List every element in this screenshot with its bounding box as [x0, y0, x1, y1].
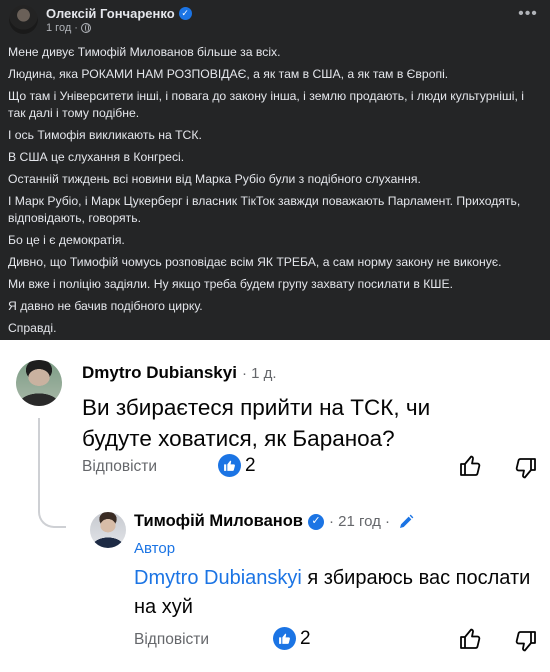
post-paragraph: Ми вже і поліцію задіяли. Ну якщо треба … [8, 277, 453, 291]
reaction-count: 2 [245, 454, 256, 476]
comments-section: Dmytro Dubianskyi · 1 д. Ви збираєтеся п… [0, 340, 550, 672]
comment-author-name[interactable]: Тимофій Милованов [134, 512, 303, 531]
comment-author: Dmytro Dubianskyi · 1 д. [82, 363, 277, 383]
mention-link[interactable]: Dmytro Dubianskyi [134, 567, 302, 589]
post-paragraph: Бо це і є демократія. [8, 233, 125, 247]
thumbs-down-icon[interactable] [514, 456, 538, 480]
post-paragraph: Людина, яка РОКАМИ НАМ РОЗПОВІДАЄ, а як … [8, 67, 449, 81]
reply-button[interactable]: Відповісти [82, 458, 157, 476]
post-paragraph: Останній тиждень всі новини від Марка Ру… [8, 172, 421, 186]
thumbs-down-icon[interactable] [514, 629, 538, 653]
globe-icon [80, 23, 91, 33]
comment-time[interactable]: · 1 д. [242, 365, 277, 382]
reply-button[interactable]: Відповісти [134, 631, 209, 649]
thumbs-up-icon[interactable] [458, 454, 482, 478]
comment-author-name[interactable]: Dmytro Dubianskyi [82, 363, 237, 383]
post-paragraph: Справді. [8, 321, 57, 335]
post-author-avatar[interactable] [9, 5, 38, 34]
comment-text: Dmytro Dubianskyi я збираюсь вас послати… [134, 564, 534, 622]
verified-badge-icon: ✓ [178, 7, 192, 20]
post-paragraph: Я давно не бачив подібного цирку. [8, 299, 203, 313]
like-reaction-icon [218, 454, 241, 477]
reply-thread-line [38, 418, 66, 528]
reaction-count: 2 [300, 627, 311, 649]
post-meta: 1 год · [46, 22, 91, 34]
comment-author: Тимофій Милованов ✓ · 21 год · [134, 512, 414, 531]
post-author[interactable]: Олексій Гончаренко ✓ [46, 6, 192, 21]
facebook-post: Олексій Гончаренко ✓ 1 год · ••• Мене ди… [0, 0, 550, 340]
commenter-avatar[interactable] [16, 360, 62, 406]
author-reply-avatar[interactable] [90, 512, 126, 548]
post-paragraph: Дивно, що Тимофій чомусь розповідає всім… [8, 255, 502, 269]
post-paragraph: І Марк Рубіо, і Марк Цукерберг і власник… [8, 194, 521, 225]
post-author-name[interactable]: Олексій Гончаренко [46, 6, 175, 21]
post-paragraph: Мене дивує Тимофій Милованов більше за в… [8, 45, 281, 59]
thumbs-up-icon[interactable] [458, 627, 482, 651]
post-paragraph: Що там і Університети інші, і повага до … [8, 89, 524, 120]
post-paragraph: В США це слухання в Конгресі. [8, 150, 185, 164]
comment-text: Ви збираєтеся прийти на ТСК, чи будуте х… [82, 395, 431, 451]
post-time[interactable]: 1 год [46, 22, 71, 34]
verified-badge-icon: ✓ [307, 513, 324, 530]
post-body: Мене дивує Тимофій Милованов більше за в… [8, 44, 544, 342]
author-tag: Автор [134, 540, 176, 557]
comment-time[interactable]: · 21 год · [329, 513, 390, 530]
reaction-summary[interactable]: 2 [218, 454, 256, 477]
like-reaction-icon [273, 627, 296, 650]
post-paragraph: І ось Тимофія викликають на ТСК. [8, 128, 202, 142]
more-options-icon[interactable]: ••• [516, 6, 540, 28]
reaction-summary[interactable]: 2 [273, 627, 311, 650]
pencil-icon[interactable] [398, 514, 414, 530]
